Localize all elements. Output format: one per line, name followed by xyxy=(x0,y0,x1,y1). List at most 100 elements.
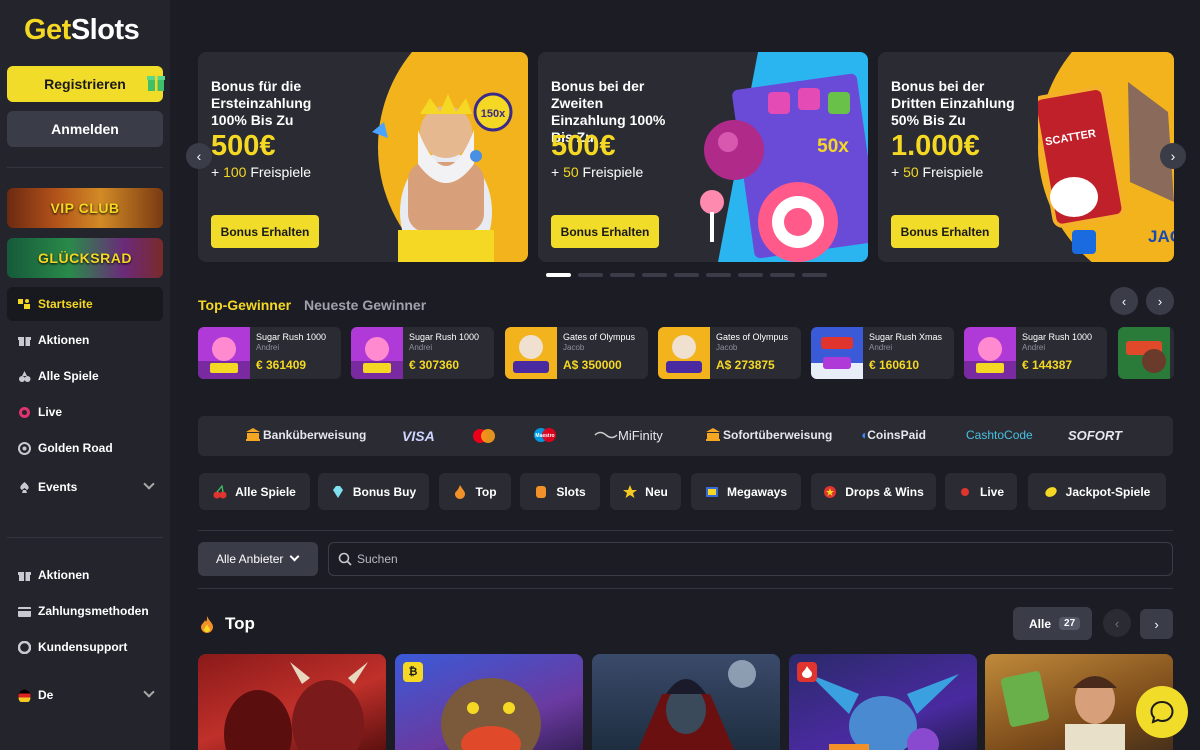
winners-prev-button[interactable]: ‹ xyxy=(1110,287,1138,315)
carousel-dot[interactable] xyxy=(578,273,603,277)
divider xyxy=(198,530,1173,531)
sidebar-item-label: Aktionen xyxy=(38,333,90,347)
sidebar-item-zahlungsmethoden[interactable]: Zahlungsmethoden xyxy=(7,594,163,628)
sidebar-item-label: Events xyxy=(38,480,78,494)
top-next-button[interactable]: › xyxy=(1140,609,1173,639)
category-tab-jackpot-spiele[interactable]: Jackpot-Spiele xyxy=(1028,473,1166,510)
winner-card[interactable]: Sugar Rush Xmas Andrei € 160610 xyxy=(811,327,954,379)
carousel-dot[interactable] xyxy=(546,273,571,277)
winner-amount: A$ 350000 xyxy=(563,358,622,372)
crypto-badge: ₿ xyxy=(403,662,423,682)
sidebar-item-aktionen[interactable]: Aktionen xyxy=(7,323,163,357)
carousel-dot[interactable] xyxy=(738,273,763,277)
winner-game: Gates of Olympus xyxy=(563,332,636,342)
live-dot-icon xyxy=(960,487,969,496)
winner-user: Jacob xyxy=(716,343,738,352)
winner-amount: € 144387 xyxy=(1022,358,1073,372)
category-tab-live[interactable]: Live xyxy=(945,473,1017,510)
maestro-logo: Maestro xyxy=(532,427,558,446)
sidebar-item-label: Live xyxy=(38,405,63,419)
chevron-down-icon xyxy=(143,686,155,698)
bonus-banner-3[interactable]: Bonus bei der Dritten Einzahlung 50% Bis… xyxy=(878,52,1174,262)
sofortueberweisung-logo: Sofortüberweisung xyxy=(706,428,832,442)
category-label: Drops & Wins xyxy=(845,484,924,499)
winner-card[interactable]: Sugar Rush 1000 Andrei € 144387 xyxy=(964,327,1107,379)
provider-dropdown[interactable]: Alle Anbieter xyxy=(198,542,318,576)
gluecksrad-banner[interactable]: GLÜCKSRAD xyxy=(7,238,163,278)
section-title-top: Top xyxy=(225,614,255,633)
game-card[interactable] xyxy=(592,654,780,750)
bonus-banner-1[interactable]: Bonus für die Ersteinzahlung 100% Bis Zu… xyxy=(198,52,528,262)
sidebar-item-alle-spiele[interactable]: Alle Spiele xyxy=(7,359,163,393)
game-art-minotaur xyxy=(224,662,368,750)
bonus-erhalten-button[interactable]: Bonus Erhalten xyxy=(891,215,999,248)
category-tab-neu[interactable]: Neu xyxy=(610,473,681,510)
maestro-icon: Maestro xyxy=(534,428,556,442)
banner-spins: + 100 Freispiele xyxy=(211,164,311,180)
sidebar-item-golden-road[interactable]: Golden Road xyxy=(7,431,163,465)
banner-spins-prefix: + xyxy=(891,164,904,180)
register-button[interactable]: Registrieren xyxy=(7,66,165,102)
vip-club-banner[interactable]: VIP CLUB xyxy=(7,188,163,228)
carousel-dot[interactable] xyxy=(610,273,635,277)
winner-card[interactable]: Sugar Rush 1000 Andrei € 361409 xyxy=(198,327,341,379)
tab-neueste-gewinner[interactable]: Neueste Gewinner xyxy=(304,297,426,313)
zeus-illustration: 150x xyxy=(372,52,528,262)
sidebar-item-kundensupport[interactable]: Kundensupport xyxy=(7,630,163,664)
banner-spins-suffix: Freispiele xyxy=(918,164,984,180)
carousel-dot[interactable] xyxy=(642,273,667,277)
show-all-count: 27 xyxy=(1059,617,1081,630)
road-icon xyxy=(17,441,31,455)
login-button[interactable]: Anmelden xyxy=(7,111,163,147)
game-art-dragon xyxy=(809,674,959,750)
show-all-button[interactable]: Alle 27 xyxy=(1013,607,1092,640)
carousel-dot[interactable] xyxy=(706,273,731,277)
winner-card[interactable]: Gates of Olympus Jacob A$ 350000 xyxy=(505,327,648,379)
category-tab-top[interactable]: Top xyxy=(439,473,511,510)
game-card[interactable] xyxy=(789,654,977,750)
sidebar-item-live[interactable]: Live xyxy=(7,395,163,429)
language-selector[interactable]: De xyxy=(7,678,163,712)
german-flag-icon xyxy=(17,688,31,702)
sidebar-item-label: Alle Spiele xyxy=(38,369,99,383)
games-icon xyxy=(17,369,31,383)
bonus-banner-2[interactable]: Bonus bei der Zweiten Einzahlung 100% Bi… xyxy=(538,52,868,262)
tab-top-gewinner[interactable]: Top-Gewinner xyxy=(198,297,291,313)
carousel-dot[interactable] xyxy=(770,273,795,277)
category-tab-megaways[interactable]: Megaways xyxy=(691,473,801,510)
chevron-right-icon: › xyxy=(1157,293,1163,309)
winner-amount: € 361409 xyxy=(256,358,307,372)
banner-spins-suffix: Freispiele xyxy=(578,164,644,180)
carousel-dot[interactable] xyxy=(802,273,827,277)
bonus-erhalten-button[interactable]: Bonus Erhalten xyxy=(211,215,319,248)
sofortueberweisung-label: Sofortüberweisung xyxy=(723,428,833,442)
logo[interactable]: GetSlots xyxy=(24,14,140,47)
candy-illustration: 50x xyxy=(700,52,868,262)
carousel-prev-button[interactable]: ‹ xyxy=(186,143,212,169)
winner-card[interactable]: Sugar Rush 1000 Andrei € 307360 xyxy=(351,327,494,379)
sidebar-item-events[interactable]: Events xyxy=(7,470,163,504)
sidebar-item-aktionen-bottom[interactable]: Aktionen xyxy=(7,558,163,592)
sidebar-item-label: Golden Road xyxy=(38,441,113,455)
winner-card-partial[interactable] xyxy=(1118,327,1174,379)
carousel-next-button[interactable]: › xyxy=(1160,143,1186,169)
category-tab-bonus-buy[interactable]: Bonus Buy xyxy=(318,473,429,510)
game-thumbnail xyxy=(811,327,863,379)
chevron-right-icon: › xyxy=(1170,148,1176,164)
game-card[interactable] xyxy=(198,654,386,750)
mifinity-icon xyxy=(594,431,618,439)
search-input[interactable] xyxy=(357,543,1157,575)
megaways-icon xyxy=(705,486,718,497)
category-tab-drops-wins[interactable]: Drops & Wins xyxy=(811,473,936,510)
category-tab-alle-spiele[interactable]: Alle Spiele xyxy=(199,473,310,510)
winners-next-button[interactable]: › xyxy=(1146,287,1174,315)
chat-button[interactable] xyxy=(1136,686,1188,738)
bonus-erhalten-button[interactable]: Bonus Erhalten xyxy=(551,215,659,248)
category-tab-slots[interactable]: Slots xyxy=(520,473,600,510)
winner-card[interactable]: Gates of Olympus Jacob A$ 273875 xyxy=(658,327,801,379)
carousel-dot[interactable] xyxy=(674,273,699,277)
banner-spins-number: 50 xyxy=(903,164,919,180)
game-card[interactable]: ₿ xyxy=(395,654,583,750)
sidebar-item-startseite[interactable]: Startseite xyxy=(7,287,163,321)
top-prev-button[interactable]: ‹ xyxy=(1103,609,1131,637)
